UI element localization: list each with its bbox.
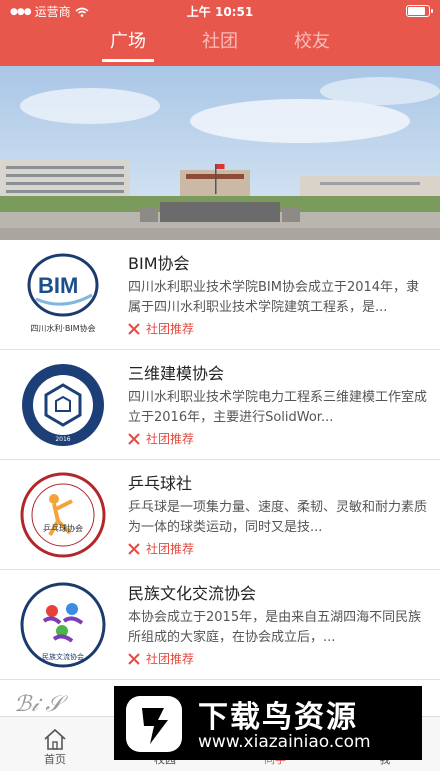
club-name: 乒乓球社: [128, 474, 193, 493]
status-bar: ●●● 运营商 上午 10:51: [0, 0, 440, 22]
tabbar-home-label: 首页: [44, 753, 66, 766]
bird-logo-icon: [126, 696, 182, 752]
recommend-icon: [128, 432, 140, 445]
svg-text:BIM: BIM: [38, 273, 78, 298]
watermark-overlay: 下载鸟资源 www.xiazainiao.com: [114, 686, 422, 760]
club-tag: 社团推荐: [128, 540, 194, 557]
club-tag-label: 社团推荐: [146, 542, 195, 556]
recommend-icon: [128, 652, 140, 665]
watermark-title: 下载鸟资源: [198, 700, 358, 735]
club-name: 三维建模协会: [128, 364, 225, 383]
status-time: 上午 10:51: [186, 5, 254, 19]
club-description: 本协会成立于2015年，是由来自五湖四海不同民族所组成的大家庭，在协会成立后，.…: [128, 610, 422, 645]
club-logo: BIM 四川水利·BIM协会: [14, 251, 112, 339]
club-name: 民族文化交流协会: [128, 584, 257, 603]
logo-caption: 乒乓球协会: [43, 523, 83, 533]
tab-clubs[interactable]: 社团: [198, 22, 242, 66]
logo-caption: 2016: [55, 436, 70, 443]
list-item[interactable]: 乒乓球协会 乒乓球社 乒乓球是一项集力量、速度、柔韧、灵敏和耐力素质为一体的球类…: [0, 460, 440, 570]
list-item[interactable]: 2016 三维建模协会 四川水利职业技术学院电力工程系三维建模工作室成立于201…: [0, 350, 440, 460]
club-tag: 社团推荐: [128, 650, 194, 667]
home-icon: [44, 728, 66, 750]
battery-icon: [406, 5, 433, 17]
club-description: 乒乓球是一项集力量、速度、柔韧、灵敏和耐力素质为一体的球类运动，同时又是技...: [128, 500, 428, 535]
campus-banner-image[interactable]: [0, 66, 440, 240]
partial-club-logo: ℬ𝒾 𝒮: [14, 692, 63, 717]
logo-caption: 四川水利·BIM协会: [30, 323, 95, 333]
club-tag-label: 社团推荐: [146, 322, 195, 336]
club-list: BIM 四川水利·BIM协会 BIM协会 四川水利职业技术学院BIM协会成立于2…: [0, 240, 440, 720]
tabbar-home[interactable]: 首页: [0, 717, 110, 771]
club-tag-label: 社团推荐: [146, 652, 195, 666]
tab-alumni[interactable]: 校友: [290, 22, 334, 66]
top-tab-header: 广场 社团 校友: [0, 22, 440, 66]
club-tag: 社团推荐: [128, 320, 194, 337]
club-logo: 乒乓球协会: [14, 471, 112, 559]
club-tag-label: 社团推荐: [146, 432, 195, 446]
club-description: 四川水利职业技术学院电力工程系三维建模工作室成立于2016年，主要进行Solid…: [128, 390, 428, 425]
club-logo: 民族文流协会: [14, 581, 112, 669]
club-tag: 社团推荐: [128, 430, 194, 447]
tab-square[interactable]: 广场: [102, 22, 154, 66]
list-item[interactable]: 民族文流协会 民族文化交流协会 本协会成立于2015年，是由来自五湖四海不同民族…: [0, 570, 440, 680]
club-logo: 2016: [14, 361, 112, 449]
logo-caption: 民族文流协会: [42, 652, 84, 661]
club-description: 四川水利职业技术学院BIM协会成立于2014年，隶属于四川水利职业技术学院建筑工…: [128, 280, 420, 315]
watermark-url: www.xiazainiao.com: [198, 732, 371, 752]
list-item[interactable]: BIM 四川水利·BIM协会 BIM协会 四川水利职业技术学院BIM协会成立于2…: [0, 240, 440, 350]
club-name: BIM协会: [128, 254, 190, 273]
recommend-icon: [128, 542, 140, 555]
recommend-icon: [128, 322, 140, 335]
